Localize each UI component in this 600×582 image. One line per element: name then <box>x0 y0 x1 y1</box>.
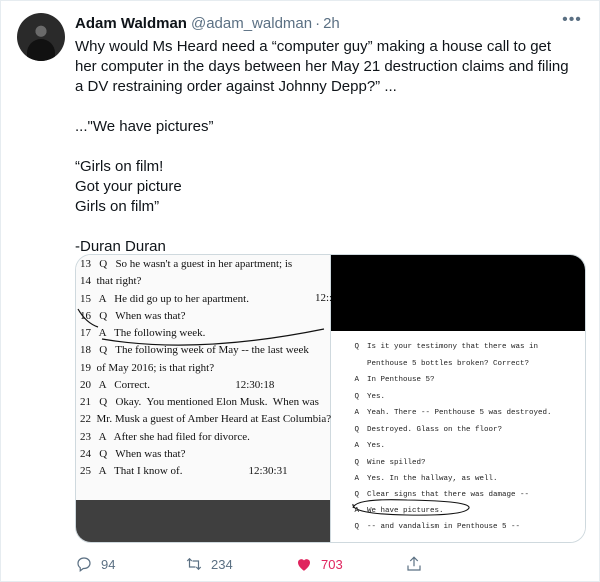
transcript-line: Q Wine spilled? <box>339 459 426 467</box>
share-button[interactable] <box>405 555 515 573</box>
speaker-label: Q <box>354 459 359 467</box>
like-button[interactable]: 703 <box>295 555 405 573</box>
retweet-button[interactable]: 234 <box>185 555 295 573</box>
deposition-line: 23 A After she had filed for divorce. <box>80 431 250 443</box>
speaker-label: Q <box>354 523 359 531</box>
tweet-card[interactable]: Adam Waldman @adam_waldman · 2h ••• Why … <box>0 0 600 582</box>
transcript-text: Wine spilled? <box>367 459 426 467</box>
reply-icon <box>77 557 91 572</box>
transcript-line: A Yeah. There -- Penthouse 5 was destroye… <box>339 409 552 417</box>
transcript-text: Yes. <box>367 442 386 450</box>
transcript-line: A Yes. <box>339 442 385 450</box>
tweet-media[interactable]: 13 Q So he wasn't a guest in her apartme… <box>75 254 586 543</box>
transcript-line: A In Penthouse 5? <box>339 376 435 384</box>
deposition-line: 22 Mr. Musk a guest of Amber Heard at Ea… <box>80 413 332 425</box>
tweet-actions: 94 234 703 <box>75 554 515 574</box>
transcript-line: A Yes. In the hallway, as well. <box>339 475 498 483</box>
handwritten-circle <box>352 499 470 516</box>
handwritten-underline <box>77 308 325 346</box>
transcript-text: Penthouse 5 bottles broken? Correct? <box>367 360 530 368</box>
transcript-text: In Penthouse 5? <box>367 376 435 384</box>
reply-count: 94 <box>101 556 116 572</box>
separator-dot: · <box>315 14 321 32</box>
reply-button[interactable]: 94 <box>75 555 185 573</box>
retweet-count: 234 <box>211 556 233 572</box>
deposition-line: 20 A Correct. 12:30:18 <box>80 379 275 391</box>
tweet-header: Adam Waldman @adam_waldman · 2h ••• <box>75 11 583 33</box>
timestamp[interactable]: 2h <box>323 15 340 32</box>
share-icon <box>407 556 421 571</box>
transcript-text: Yeah. There -- Penthouse 5 was destroyed… <box>367 409 552 417</box>
transcript-text: Yes. In the hallway, as well. <box>367 475 498 483</box>
author-handle[interactable]: @adam_waldman <box>191 15 312 32</box>
transcript-text: -- and vandalism in Penthouse 5 -- <box>367 523 521 531</box>
like-icon <box>298 559 310 571</box>
transcript-line: Q -- and vandalism in Penthouse 5 -- <box>339 523 520 531</box>
like-count: 703 <box>321 556 343 572</box>
deposition-image-left[interactable]: 13 Q So he wasn't a guest in her apartme… <box>76 255 332 542</box>
transcript-line: Q Yes. <box>339 393 385 401</box>
speaker-label: A <box>354 475 359 483</box>
speaker-label: A <box>354 376 359 384</box>
deposition-line: 24 Q When was that? <box>80 448 186 460</box>
transcript-text: Yes. <box>367 393 386 401</box>
speaker-label: Q <box>354 343 359 351</box>
redaction-block <box>331 255 585 331</box>
deposition-line: 25 A That I know of. 12:30:31 <box>80 465 288 477</box>
retweet-icon <box>186 557 202 571</box>
transcript-text: Is it your testimony that there was in <box>367 343 539 351</box>
transcript-line: Penthouse 5 bottles broken? Correct? <box>339 360 529 368</box>
tweet-text: Why would Ms Heard need a “computer guy”… <box>75 38 569 255</box>
deposition-image-right[interactable]: Q Is it your testimony that there was in P… <box>331 255 585 542</box>
transcript-line: Q Destroyed. Glass on the floor? <box>339 426 502 434</box>
image-bottom-bar <box>76 500 330 542</box>
avatar[interactable] <box>17 13 65 61</box>
transcript-text: Destroyed. Glass on the floor? <box>367 426 503 434</box>
deposition-line: 21 Q Okay. You mentioned Elon Musk. When… <box>80 396 319 408</box>
speaker-label: A <box>354 409 359 417</box>
more-options-icon[interactable]: ••• <box>561 11 583 33</box>
speaker-label: A <box>354 442 359 450</box>
speaker-label: Q <box>354 393 359 401</box>
speaker-label: Q <box>354 426 359 434</box>
author-name[interactable]: Adam Waldman <box>75 15 187 32</box>
transcript-line: Q Is it your testimony that there was in <box>339 343 538 351</box>
